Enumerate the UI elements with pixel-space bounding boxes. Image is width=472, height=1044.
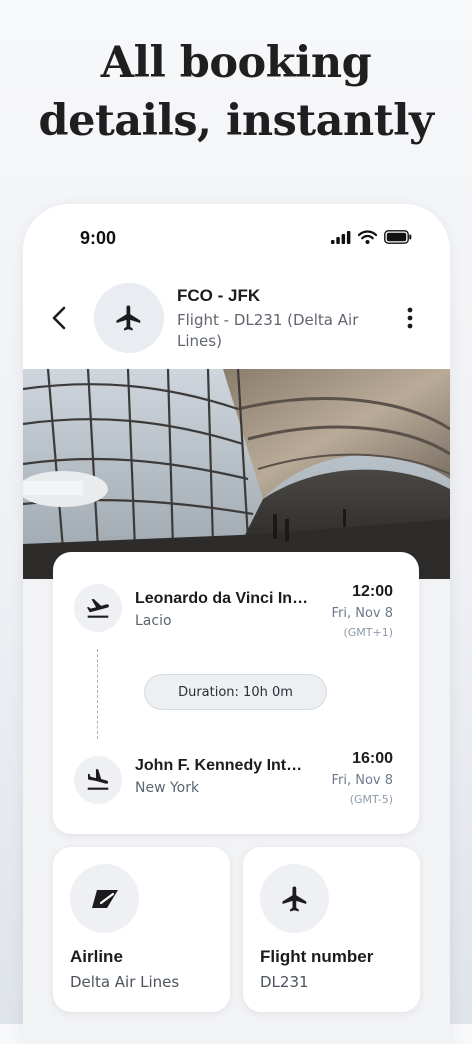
flight-number-label: Flight number (260, 947, 374, 966)
arrival-timezone: (GMT-5) (349, 793, 393, 806)
back-button[interactable] (45, 304, 73, 332)
chevron-left-icon (52, 306, 66, 330)
wifi-icon (358, 230, 377, 244)
route-dashed-line (97, 649, 98, 739)
departure-time: 12:00 (352, 583, 393, 600)
cellular-signal-icon (331, 230, 351, 244)
flight-itinerary-card: Leonardo da Vinci International Airport … (53, 552, 419, 834)
flight-avatar (94, 283, 164, 353)
status-icons (331, 230, 412, 244)
airport-terminal-photo (23, 369, 450, 579)
departure-airport: Leonardo da Vinci International Airport (135, 590, 310, 607)
headline-line-1: All booking (100, 38, 372, 88)
landing-icon (87, 769, 109, 790)
more-options-button[interactable] (400, 304, 420, 332)
promo-headline: All booking details, instantly (0, 34, 472, 150)
airline-label: Airline (70, 947, 123, 966)
departure-city: Lacio (135, 613, 172, 629)
takeoff-icon (86, 598, 109, 618)
more-vertical-icon (407, 307, 413, 329)
flight-number-value: DL231 (260, 973, 309, 991)
app-bar: FCO - JFK Flight - DL231 (Delta Air Line… (23, 280, 450, 370)
takeoff-icon-circle (74, 584, 122, 632)
departure-date: Fri, Nov 8 (331, 606, 393, 621)
arrival-city: New York (135, 780, 200, 796)
airplane-icon (116, 305, 141, 331)
arrival-airport: John F. Kennedy International Airport (135, 757, 310, 774)
landing-icon-circle (74, 756, 122, 804)
status-time: 9:00 (80, 228, 117, 248)
airline-icon-circle (70, 864, 139, 933)
flight-number-card[interactable]: Flight number DL231 (243, 847, 420, 1012)
headline-line-2: details, instantly (38, 96, 434, 146)
airplane-icon (282, 886, 306, 911)
airline-logo-icon (91, 889, 118, 908)
arrival-date: Fri, Nov 8 (331, 773, 393, 788)
airline-card[interactable]: Airline Delta Air Lines (53, 847, 230, 1012)
status-bar: 9:00 (23, 204, 450, 270)
departure-timezone: (GMT+1) (343, 626, 393, 639)
route-title: FCO - JFK (177, 286, 261, 305)
flight-number-icon-circle (260, 864, 329, 933)
duration-badge: Duration: 10h 0m (144, 674, 327, 710)
arrival-time: 16:00 (352, 750, 393, 767)
flight-subtitle: Flight - DL231 (Delta Air Lines) (177, 311, 359, 350)
phone-frame: 9:00 FCO - JFK Flight - DL231 (Delta Air… (23, 204, 450, 1044)
airline-value: Delta Air Lines (70, 973, 180, 991)
battery-icon (384, 230, 412, 244)
